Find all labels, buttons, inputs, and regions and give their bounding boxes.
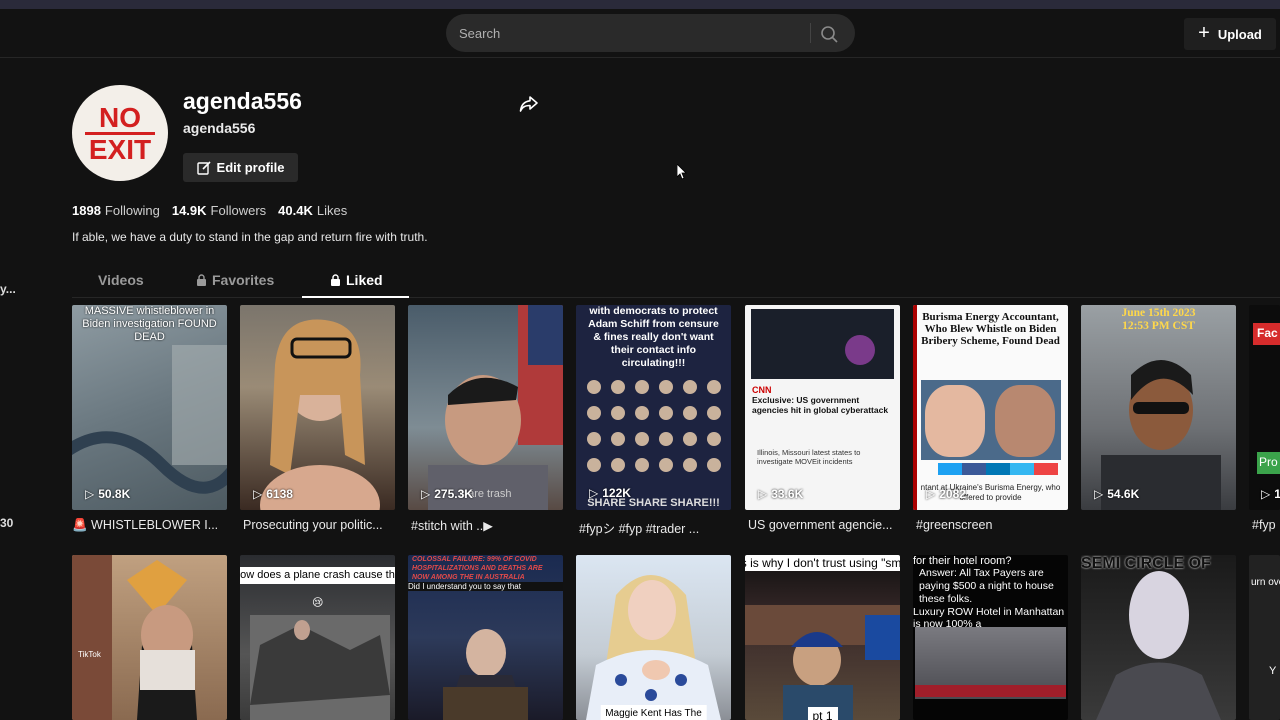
- video-caption[interactable]: #fypシ #fyp #trader ...: [579, 518, 739, 537]
- mouse-cursor-icon: [677, 164, 687, 180]
- play-icon: ▷: [85, 487, 95, 501]
- video-views: ▷ 6138: [253, 487, 293, 501]
- video-caption[interactable]: Prosecuting your politic...: [243, 518, 403, 532]
- video-caption[interactable]: #fyp: [1252, 518, 1280, 532]
- video-overlay-text: 12:53 PM CST: [1122, 320, 1195, 332]
- search-icon[interactable]: [818, 23, 840, 45]
- upload-label: Upload: [1217, 26, 1262, 42]
- tab-favorites[interactable]: Favorites: [196, 272, 274, 288]
- following-stat[interactable]: 1898 Following: [72, 203, 160, 218]
- search-bar: [446, 14, 855, 52]
- share-icon[interactable]: [518, 93, 540, 115]
- video-thumbnail[interactable]: Maggie Kent Has The: [576, 555, 731, 720]
- video-thumbnail[interactable]: COLOSSAL FAILURE: 99% OF COVID HOSPITALI…: [408, 555, 563, 720]
- video-caption[interactable]: US government agencie...: [748, 518, 908, 532]
- edit-profile-button[interactable]: Edit profile: [183, 153, 298, 182]
- video-overlay-text: Illinois, Missouri latest states to inve…: [757, 448, 861, 466]
- avatar-text-top: NO: [99, 101, 141, 133]
- video-overlay-text: Y: [1269, 665, 1277, 677]
- video-thumbnail[interactable]: And this is why I don't trust using "sma…: [745, 555, 900, 720]
- video-thumbnail[interactable]: TikTok: [72, 555, 227, 720]
- profile-nickname: agenda556: [183, 88, 302, 114]
- edit-icon: [196, 160, 211, 175]
- video-thumbnail[interactable]: MASSIVE whistleblower in Biden investiga…: [72, 305, 227, 510]
- top-bar: + Upload: [0, 9, 1280, 58]
- video-overlay-text: with democrats to protect Adam Schiff fr…: [588, 305, 719, 369]
- video-thumbnail[interactable]: urn over Y: [1249, 555, 1280, 720]
- video-thumbnail[interactable]: ▷ 6138: [240, 305, 395, 510]
- video-thumbnail[interactable]: Fac Pro ▷ 1: [1249, 305, 1280, 510]
- followers-stat[interactable]: 14.9K Followers: [172, 203, 266, 218]
- video-views: ▷ 275.3K: [421, 487, 473, 501]
- video-views: ▷ 1: [1261, 487, 1280, 501]
- play-icon: ▷: [758, 487, 768, 501]
- video-views: ▷ 122K: [589, 486, 631, 500]
- lock-icon: [197, 274, 206, 286]
- profile-bio: If able, we have a duty to stand in the …: [72, 230, 428, 244]
- likes-stat: 40.4K Likes: [278, 203, 348, 218]
- video-views: ▷ 54.6K: [1094, 487, 1140, 501]
- video-thumbnail[interactable]: for their hotel room? Answer: All Tax Pa…: [913, 555, 1068, 720]
- video-overlay-text: for their hotel room?: [913, 555, 1012, 567]
- search-input[interactable]: [459, 14, 809, 52]
- video-caption[interactable]: #greenscreen: [916, 518, 1076, 532]
- video-overlay-text: Exclusive: US government agencies hit in…: [752, 395, 889, 415]
- video-thumbnail[interactable]: s are trash ▷ 275.3K: [408, 305, 563, 510]
- video-thumbnail[interactable]: with democrats to protect Adam Schiff fr…: [576, 305, 731, 510]
- avatar[interactable]: NO EXIT: [72, 85, 168, 181]
- lock-icon: [331, 274, 340, 286]
- video-overlay-text: Pro: [1257, 452, 1280, 474]
- search-divider: [810, 23, 811, 43]
- avatar-text-bottom: EXIT: [88, 133, 152, 165]
- video-thumbnail[interactable]: CNN Exclusive: US government agencies hi…: [745, 305, 900, 510]
- video-views: ▷ 2082: [926, 487, 966, 501]
- tab-videos[interactable]: Videos: [98, 272, 144, 288]
- play-icon: ▷: [1261, 487, 1271, 501]
- video-thumbnail[interactable]: SEMI CIRCLE OF: [1081, 555, 1236, 720]
- upload-button[interactable]: + Upload: [1184, 18, 1276, 50]
- edit-profile-label: Edit profile: [216, 160, 285, 175]
- profile-tabs: Videos Favorites Liked: [72, 268, 1280, 298]
- video-overlay-text: Maggie Kent Has The: [600, 705, 707, 720]
- play-icon: ▷: [421, 487, 431, 501]
- video-overlay-text: June 15th 2023: [1121, 307, 1196, 319]
- play-icon: ▷: [926, 487, 936, 501]
- tab-active-indicator: [302, 296, 409, 298]
- video-thumbnail[interactable]: How does a plane crash cause this 😢: [240, 555, 395, 720]
- video-overlay-text: MASSIVE whistleblower in Biden investiga…: [82, 305, 217, 343]
- play-icon: ▷: [589, 486, 599, 500]
- play-icon: ▷: [1094, 487, 1104, 501]
- left-edge-text: y...: [0, 282, 16, 296]
- profile-stats: 1898 Following 14.9K Followers 40.4K Likes: [72, 203, 347, 218]
- play-icon: ▷: [253, 487, 263, 501]
- video-overlay-text: pt 1: [807, 707, 838, 720]
- video-overlay-text: Answer: All Tax Payers are paying $500 a…: [919, 567, 1054, 605]
- video-overlay-text: urn over: [1251, 577, 1280, 588]
- video-thumbnail[interactable]: Burisma Energy Accountant, Who Blew Whis…: [913, 305, 1068, 510]
- window-top-strip: [0, 0, 1280, 9]
- video-overlay-text: How does a plane crash cause this: [240, 567, 395, 584]
- video-views: ▷ 33.6K: [758, 487, 804, 501]
- video-caption[interactable]: #stitch with ..▶: [411, 518, 571, 533]
- profile-username: agenda556: [183, 120, 256, 136]
- plus-icon: +: [1198, 22, 1210, 44]
- video-overlay-text: Burisma Energy Accountant, Who Blew Whis…: [921, 311, 1060, 347]
- tab-liked[interactable]: Liked: [330, 272, 383, 288]
- video-views: ▷ 50.8K: [85, 487, 131, 501]
- video-caption[interactable]: 🚨 WHISTLEBLOWER I...: [72, 518, 232, 533]
- left-edge-number: 30: [0, 516, 14, 530]
- video-overlay-text: Fac: [1253, 323, 1280, 345]
- video-thumbnail[interactable]: June 15th 2023 12:53 PM CST ▷ 54.6K: [1081, 305, 1236, 510]
